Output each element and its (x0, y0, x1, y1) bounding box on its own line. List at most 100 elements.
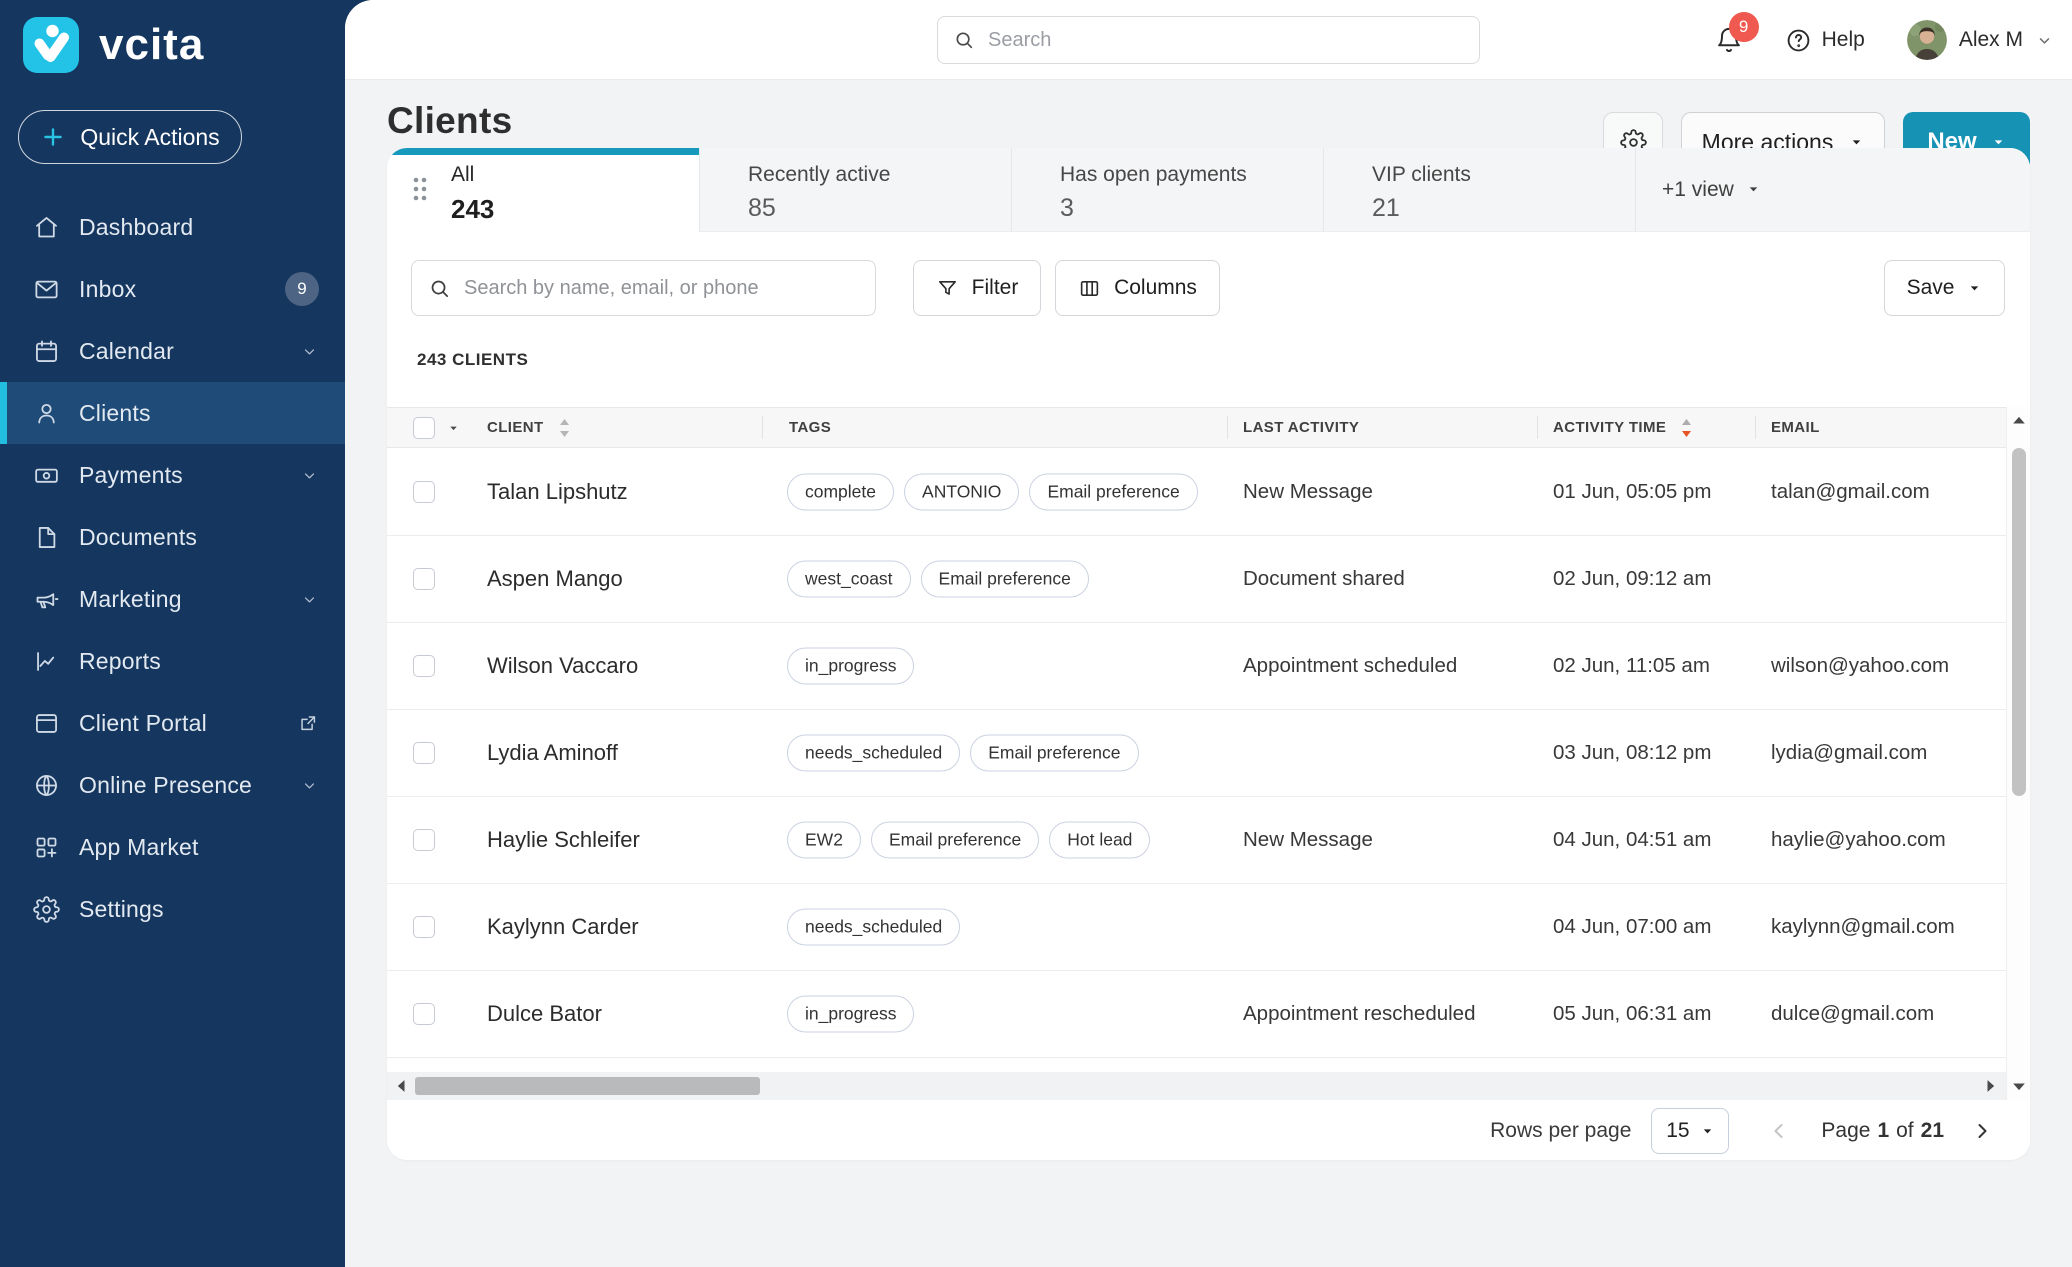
tag-pill: Email preference (970, 734, 1139, 772)
chevron-down-icon (300, 466, 319, 485)
sidebar-item-calendar[interactable]: Calendar (0, 320, 345, 382)
sidebar-item-inbox[interactable]: Inbox 9 (0, 258, 345, 320)
client-row[interactable]: Lydia Aminoff needs_scheduled Email prefer… (387, 710, 2006, 797)
rows-per-page-select[interactable]: 15 (1651, 1108, 1730, 1154)
filter-button[interactable]: Filter (913, 260, 1041, 316)
sidebar-item-documents[interactable]: Documents (0, 506, 345, 568)
sidebar-item-label: Dashboard (79, 213, 194, 240)
scroll-right-icon[interactable] (1980, 1076, 2000, 1096)
row-checkbox[interactable] (413, 481, 435, 503)
client-email: haylie@yahoo.com (1771, 828, 1946, 851)
tag-pill: Hot lead (1049, 821, 1151, 859)
tab-count: 3 (1060, 194, 1074, 222)
documents-icon (33, 524, 60, 551)
row-checkbox[interactable] (413, 655, 435, 677)
marketing-icon (33, 586, 60, 613)
select-menu-caret-icon[interactable] (447, 422, 460, 435)
caret-down-icon (1967, 281, 1982, 296)
notifications-button[interactable]: 9 (1715, 12, 1759, 54)
client-row[interactable]: Dulce Bator in_progress Appointment resche… (387, 971, 2006, 1058)
client-row[interactable]: Wilson Vaccaro in_progress Appointment sch… (387, 623, 2006, 710)
tab-vip-clients[interactable]: VIP clients 21 (1324, 148, 1636, 232)
save-view-button[interactable]: Save (1884, 260, 2005, 316)
bell-icon (1715, 27, 1743, 58)
sidebar-item-marketing[interactable]: Marketing (0, 568, 345, 630)
column-header-activity-time[interactable]: ACTIVITY TIME (1553, 408, 1693, 447)
client-row[interactable]: Talan Lipshutz complete ANTONIO Email prefe… (387, 449, 2006, 536)
tag-pill: Email preference (920, 560, 1089, 598)
client-row[interactable]: Aspen Mango west_coast Email preference Doc… (387, 536, 2006, 623)
tab-all[interactable]: All 243 (387, 148, 700, 232)
tab-label: Recently active (748, 163, 891, 186)
sidebar-item-dashboard[interactable]: Dashboard (0, 196, 345, 258)
scroll-left-icon[interactable] (392, 1076, 412, 1096)
last-activity: Appointment rescheduled (1243, 1002, 1476, 1025)
client-email: lydia@gmail.com (1771, 741, 1928, 764)
scroll-down-icon[interactable] (2009, 1076, 2029, 1096)
vertical-scrollbar-thumb[interactable] (2012, 448, 2026, 796)
columns-button[interactable]: Columns (1055, 260, 1220, 316)
sidebar-menu: Dashboard Inbox 9 Calendar Clients Payments Do… (0, 196, 345, 940)
client-row[interactable]: Haylie Schleifer EW2 Email preference Hot l… (387, 797, 2006, 884)
next-page-button[interactable] (1970, 1119, 1994, 1143)
sidebar-item-settings[interactable]: Settings (0, 878, 345, 940)
chevron-down-icon (300, 776, 319, 795)
column-header-email[interactable]: EMAIL (1771, 408, 1820, 447)
client-name: Dulce Bator (487, 1001, 602, 1026)
scroll-up-icon[interactable] (2009, 411, 2029, 431)
rows-per-page-label: Rows per page (1490, 1119, 1632, 1142)
client-tags: west_coast Email preference (787, 560, 1232, 598)
column-header-last-activity[interactable]: LAST ACTIVITY (1243, 408, 1359, 447)
row-checkbox[interactable] (413, 742, 435, 764)
client-row[interactable]: Kaylynn Carder needs_scheduled 04 Jun, 07:… (387, 884, 2006, 971)
sidebar-item-payments[interactable]: Payments (0, 444, 345, 506)
sort-desc-active-icon[interactable] (1680, 416, 1693, 440)
sidebar-item-clients[interactable]: Clients (0, 382, 345, 444)
sidebar-item-online-presence[interactable]: Online Presence (0, 754, 345, 816)
view-tabs: All 243 Recently active 85 Has open payments… (387, 148, 2030, 232)
global-search[interactable] (937, 16, 1480, 64)
vertical-scrollbar[interactable] (2006, 407, 2030, 1100)
row-checkbox[interactable] (413, 568, 435, 590)
sidebar-item-label: Online Presence (79, 771, 253, 798)
horizontal-scrollbar[interactable] (387, 1072, 2006, 1100)
row-checkbox[interactable] (413, 916, 435, 938)
sidebar-item-label: Documents (79, 523, 198, 550)
sidebar: vcita Quick Actions Dashboard Inbox 9 Calen… (0, 0, 345, 1267)
quick-actions-button[interactable]: Quick Actions (18, 110, 242, 164)
clients-count-label: 243 CLIENTS (417, 350, 529, 369)
drag-handle-icon[interactable] (411, 174, 429, 204)
caret-down-icon (1746, 182, 1761, 197)
previous-page-button[interactable] (1767, 1119, 1791, 1143)
horizontal-scrollbar-thumb[interactable] (415, 1077, 760, 1095)
more-views-dropdown[interactable]: +1 view (1636, 148, 2030, 232)
sidebar-item-reports[interactable]: Reports (0, 630, 345, 692)
sort-icon[interactable] (558, 416, 571, 440)
tab-count: 85 (748, 194, 776, 222)
clients-search[interactable] (411, 260, 876, 316)
column-header-client[interactable]: CLIENT (487, 408, 571, 447)
sidebar-item-app-market[interactable]: App Market (0, 816, 345, 878)
row-checkbox[interactable] (413, 1003, 435, 1025)
tag-pill: ANTONIO (904, 473, 1020, 511)
tab-recently-active[interactable]: Recently active 85 (700, 148, 1012, 232)
select-all-checkbox[interactable] (413, 417, 435, 439)
column-header-tags[interactable]: TAGS (789, 408, 831, 447)
tag-pill: complete (787, 473, 895, 511)
brand-name: vcita (99, 20, 205, 69)
global-search-input[interactable] (988, 28, 1464, 52)
column-divider (1227, 416, 1228, 439)
sidebar-item-client-portal[interactable]: Client Portal (0, 692, 345, 754)
user-menu[interactable]: Alex M (1906, 20, 2054, 60)
help-button[interactable]: Help (1785, 27, 1865, 54)
columns-icon (1078, 277, 1101, 300)
client-name: Talan Lipshutz (487, 479, 628, 504)
search-icon (428, 277, 451, 300)
calendar-icon (33, 338, 60, 365)
reports-icon (33, 648, 60, 675)
tag-pill: Email preference (1029, 473, 1198, 511)
tab-has-open-payments[interactable]: Has open payments 3 (1012, 148, 1324, 232)
row-checkbox[interactable] (413, 829, 435, 851)
client-tags: in_progress (787, 995, 1232, 1033)
clients-search-input[interactable] (464, 276, 859, 300)
